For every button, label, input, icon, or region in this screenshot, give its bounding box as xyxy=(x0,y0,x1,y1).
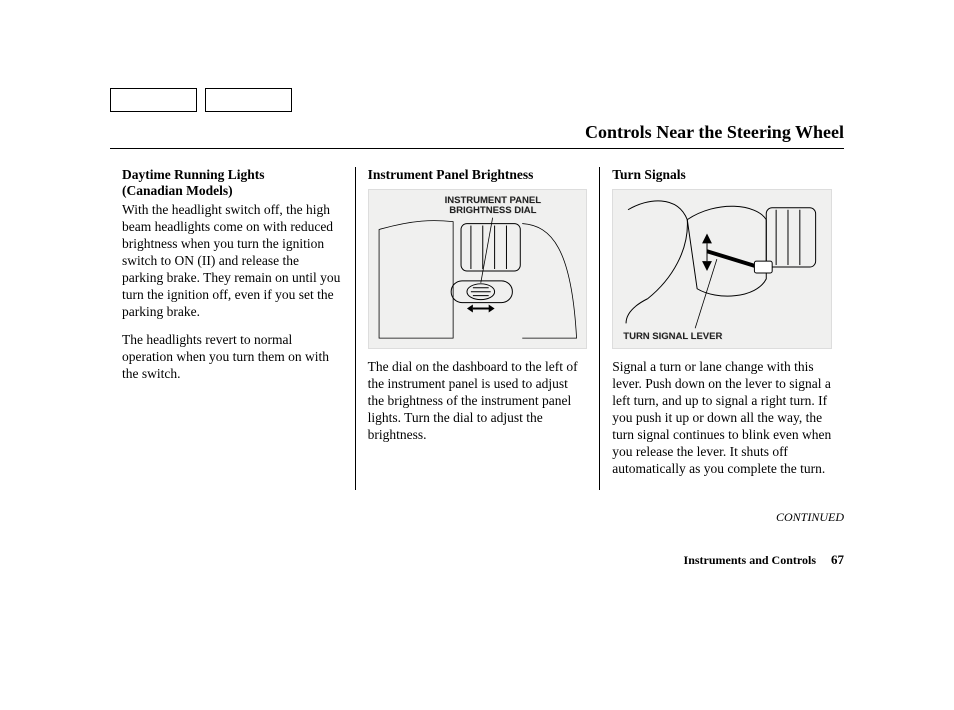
section-heading: Instrument Panel Brightness xyxy=(368,167,588,184)
figure-instrument-panel-dial: INSTRUMENT PANEL BRIGHTNESS DIAL xyxy=(368,189,588,349)
heading-line: Daytime Running Lights xyxy=(122,167,265,182)
section-heading: Daytime Running Lights (Canadian Models) xyxy=(122,167,343,201)
footer-page-number: 67 xyxy=(831,552,844,567)
page-footer: Instruments and Controls 67 xyxy=(684,552,844,568)
figure-callout-label: INSTRUMENT PANEL BRIGHTNESS DIAL xyxy=(445,196,541,216)
figure-callout-label: TURN SIGNAL LEVER xyxy=(623,332,722,342)
continued-indicator: CONTINUED xyxy=(776,510,844,525)
section-heading: Turn Signals xyxy=(612,167,832,184)
reference-box xyxy=(205,88,292,112)
figure-turn-signal-lever: TURN SIGNAL LEVER xyxy=(612,189,832,349)
body-paragraph: With the headlight switch off, the high … xyxy=(122,202,343,320)
body-paragraph: The headlights revert to normal operatio… xyxy=(122,332,343,383)
steering-column-illustration xyxy=(613,190,831,348)
body-paragraph: The dial on the dashboard to the left of… xyxy=(368,359,588,443)
footer-section-name: Instruments and Controls xyxy=(684,553,816,567)
top-reference-boxes xyxy=(110,88,292,112)
body-paragraph: Signal a turn or lane change with this l… xyxy=(612,359,832,477)
heading-line: (Canadian Models) xyxy=(122,183,233,198)
reference-box xyxy=(110,88,197,112)
column-instrument-panel-brightness: Instrument Panel Brightness INSTRUMENT P… xyxy=(355,167,600,490)
content-columns: Daytime Running Lights (Canadian Models)… xyxy=(110,167,844,490)
page-title: Controls Near the Steering Wheel xyxy=(110,121,844,149)
column-turn-signals: Turn Signals TURN SIGNAL LEVER xyxy=(599,167,844,490)
manual-page: Controls Near the Steering Wheel Daytime… xyxy=(0,0,954,710)
column-daytime-running-lights: Daytime Running Lights (Canadian Models)… xyxy=(110,167,355,490)
